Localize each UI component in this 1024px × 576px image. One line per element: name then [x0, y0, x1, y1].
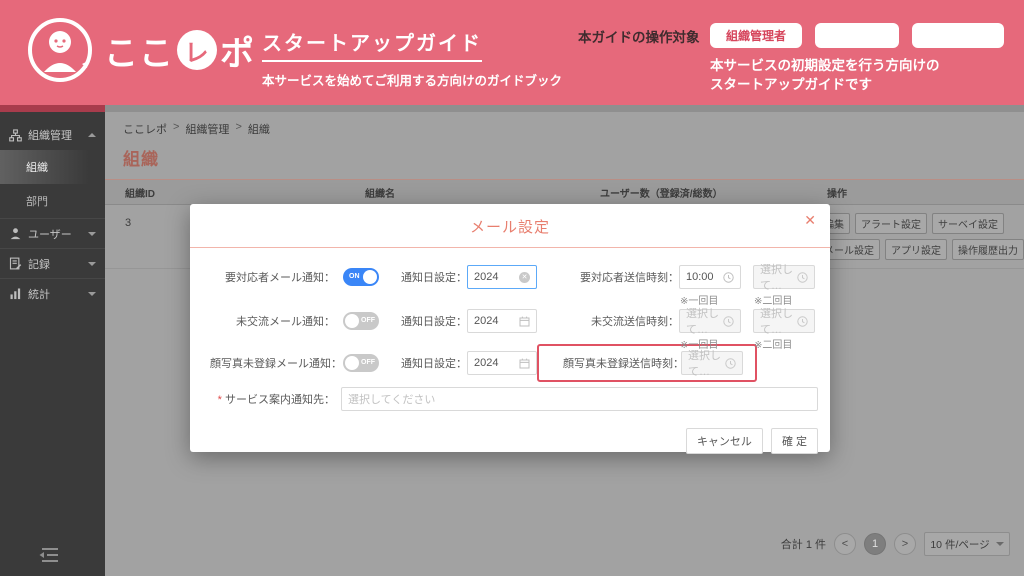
no-photo-mail-label: 顔写真未登録メール通知： — [210, 358, 342, 370]
notify-date-label: 通知日設定： — [401, 316, 467, 328]
service-notify-label: * サービス案内通知先： — [217, 394, 335, 406]
sidebar-item-org-management[interactable]: 組織管理 — [0, 120, 105, 150]
breadcrumb-org[interactable]: 組織 — [248, 121, 270, 137]
no-interaction-mail-label: 未交流メール通知： — [236, 316, 335, 328]
sidebar-subitem-org[interactable]: 組織 — [0, 150, 105, 184]
table-header-row: 組織ID 組織名 ユーザー数（登録済/総数） 操作 — [105, 180, 1024, 205]
column-header-org-id: 組織ID — [125, 188, 155, 200]
no-interaction-date-input[interactable]: 2024 — [467, 309, 537, 333]
mail-row-attention: 要対応者メール通知： ON 通知日設定： 2024 ✕ 要対応者送信時刻： 10… — [190, 264, 830, 307]
header-divider-strip — [105, 105, 1024, 112]
page-title-bar: 組織 — [105, 145, 1024, 180]
close-icon[interactable]: ✕ — [804, 213, 816, 227]
guide-title: スタートアップガイド — [262, 27, 482, 62]
mail-row-no-interaction: 未交流メール通知： OFF 通知日設定： 2024 未交流送信時刻： 選択して…… — [190, 308, 830, 351]
attention-mail-toggle[interactable]: ON — [343, 268, 379, 286]
chevron-down-icon — [88, 231, 96, 236]
target-description: 本サービスの初期設定を行う方向けの スタートアップガイドです — [710, 58, 940, 92]
sidebar-item-statistics[interactable]: 統計 — [0, 278, 105, 308]
clear-circle-icon[interactable]: ✕ — [519, 271, 530, 283]
modal-title: メール設定 — [469, 219, 550, 236]
attention-time-input-2: 選択して… — [753, 264, 815, 292]
header-banner: ここレポ スタートアップガイド 本サービスを始めてご利用する方向けのガイドブック… — [0, 0, 1024, 105]
sidebar: 組織管理 組織 部門 ユーザー 記録 統計 — [0, 112, 105, 576]
operation-history-export-button[interactable]: 操作履歴出力 — [952, 239, 1024, 260]
pagination-next-button[interactable]: > — [894, 533, 916, 555]
chevron-down-icon — [88, 291, 96, 296]
app-settings-button[interactable]: アプリ設定 — [885, 239, 948, 260]
column-header-user-count: ユーザー数（登録済/総数） — [600, 188, 723, 200]
no-photo-date-input[interactable]: 2024 — [467, 351, 537, 375]
modal-footer: キャンセル 確 定 — [190, 412, 830, 454]
second-time-note: ※二回目 — [754, 340, 793, 351]
clock-icon — [797, 271, 808, 283]
column-header-org-name: 組織名 — [365, 188, 395, 200]
target-badge-org-admin: 組織管理者 — [710, 23, 802, 48]
target-badge-empty-1 — [815, 23, 899, 48]
notify-date-label: 通知日設定： — [401, 358, 467, 370]
clock-icon — [725, 357, 736, 369]
guide-target-label: 本ガイドの操作対象 — [578, 30, 700, 45]
pagination-page-1[interactable]: 1 — [864, 533, 886, 555]
no-photo-mail-toggle[interactable]: OFF — [343, 354, 379, 372]
guide-subtitle: 本サービスを始めてご利用する方向けのガイドブック — [262, 74, 563, 88]
page-size-select[interactable]: 10 件/ページ — [924, 532, 1010, 556]
app-logo: ここレポ — [24, 14, 255, 86]
clock-icon — [723, 271, 734, 283]
sidebar-item-users[interactable]: ユーザー — [0, 218, 105, 248]
attention-mail-label: 要対応者メール通知： — [225, 272, 335, 284]
clock-icon — [723, 315, 734, 327]
attention-time-label: 要対応者送信時刻： — [580, 272, 679, 284]
sidebar-collapse-toggle[interactable] — [38, 546, 60, 564]
no-photo-time-label: 顔写真未登録送信時刻： — [563, 358, 684, 370]
chevron-up-icon — [88, 133, 96, 137]
modal-title-divider — [190, 247, 830, 248]
no-interaction-time-input-1: 選択して… — [679, 308, 741, 336]
no-photo-time-input: 選択して… — [681, 350, 743, 378]
cancel-button[interactable]: キャンセル — [685, 428, 763, 454]
mascot-logo-icon — [24, 14, 96, 86]
pagination-prev-button[interactable]: < — [834, 533, 856, 555]
no-interaction-time-label: 未交流送信時刻： — [591, 316, 679, 328]
bar-chart-icon — [9, 287, 22, 300]
mail-settings-modal: メール設定 ✕ 要対応者メール通知： ON 通知日設定： 2024 ✕ 要対応者… — [190, 204, 830, 454]
service-notify-input[interactable]: 選択してください — [341, 387, 818, 411]
annotation-highlight-box: 顔写真未登録送信時刻： 選択して… — [537, 344, 757, 382]
calendar-icon — [519, 358, 530, 369]
logo-text: ここレポ — [104, 26, 255, 75]
no-interaction-mail-toggle[interactable]: OFF — [343, 312, 379, 330]
pagination-total: 合計 1 件 — [780, 539, 826, 551]
chevron-down-icon — [995, 542, 1004, 546]
calendar-icon — [519, 316, 530, 327]
cell-actions: 編集 アラート設定 サーベイ設定 メール設定 アプリ設定 操作履歴出力 — [813, 205, 1024, 268]
record-form-icon — [9, 257, 22, 270]
column-header-actions: 操作 — [827, 188, 847, 200]
breadcrumb-org-management[interactable]: 組織管理 — [185, 121, 229, 137]
pagination: 合計 1 件 < 1 > 10 件/ページ — [781, 532, 1010, 556]
sidebar-item-records[interactable]: 記録 — [0, 248, 105, 278]
clock-icon — [797, 315, 808, 327]
page-title: 組織 — [123, 150, 159, 169]
survey-settings-button[interactable]: サーベイ設定 — [932, 213, 1005, 234]
target-badge-empty-2 — [912, 23, 1004, 48]
guide-heading: スタートアップガイド 本サービスを始めてご利用する方向けのガイドブック — [262, 27, 562, 89]
breadcrumb-home[interactable]: ここレポ — [123, 121, 167, 137]
attention-time-input-1[interactable]: 10:00 — [679, 265, 741, 289]
confirm-button[interactable]: 確 定 — [770, 428, 818, 454]
org-chart-icon — [9, 128, 22, 142]
no-interaction-time-input-2: 選択して… — [753, 308, 815, 336]
target-badges: 組織管理者 — [710, 23, 1004, 48]
breadcrumb: ここレポ > 組織管理 > 組織 — [123, 121, 270, 137]
attention-date-input[interactable]: 2024 ✕ — [467, 265, 537, 289]
sidebar-subitem-department[interactable]: 部門 — [0, 184, 105, 218]
mail-row-no-photo: 顔写真未登録メール通知： OFF 通知日設定： 2024 顔写真未登録送信時刻：… — [190, 344, 830, 382]
alert-settings-button[interactable]: アラート設定 — [855, 213, 928, 234]
chevron-down-icon — [88, 261, 96, 266]
logo-circle-char: レ — [177, 30, 217, 70]
notify-date-label: 通知日設定： — [401, 272, 467, 284]
user-icon — [9, 227, 22, 240]
service-notify-row: * サービス案内通知先： 選択してください — [190, 386, 830, 412]
header-accent-strip — [0, 105, 105, 112]
